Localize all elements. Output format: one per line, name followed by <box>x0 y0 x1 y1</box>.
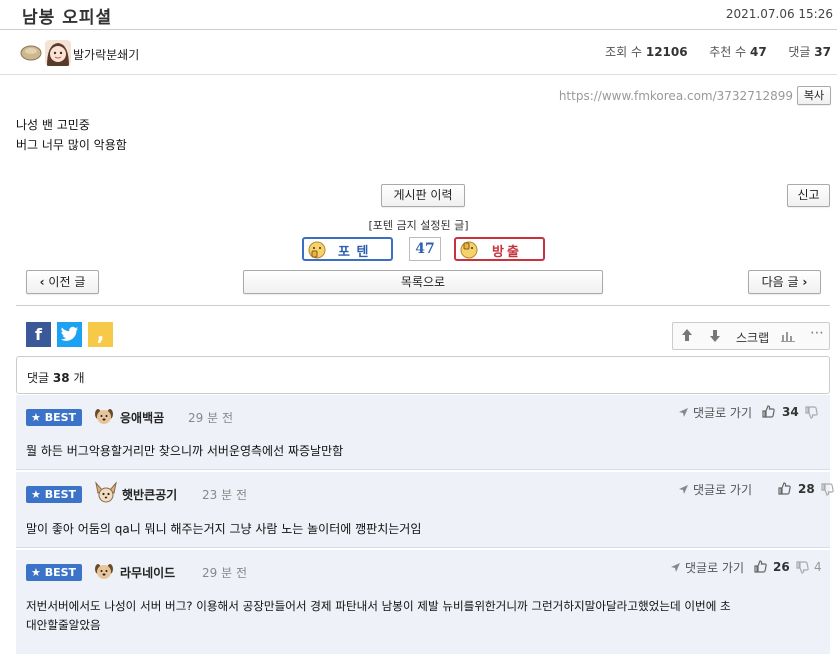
best-badge: ★ BEST <box>26 486 83 503</box>
post-tools: 스크랩 ⋯ <box>672 322 830 350</box>
goto-comment-link[interactable]: 댓글로 가기 <box>693 404 752 421</box>
best-badge: ★ BEST <box>26 564 83 581</box>
comments-header-count: 38 <box>52 371 70 385</box>
star-icon: ★ <box>31 411 41 424</box>
scrap-button[interactable]: 스크랩 <box>736 329 769 346</box>
comment-text-line: 저번서버에서도 나성이 서버 버그? 이용해서 공장만들어서 경제 파탄내서 남… <box>26 599 731 613</box>
divider <box>16 305 830 306</box>
star-icon: ★ <box>31 488 41 501</box>
copy-url-button[interactable]: 복사 <box>797 86 831 105</box>
thumbs-up-icon[interactable] <box>778 482 791 498</box>
reply-arrow-icon <box>678 407 689 421</box>
post-body: 나성 밴 고민중 버그 너무 많이 악용함 <box>16 115 127 155</box>
facebook-icon: f <box>35 325 42 344</box>
potten-button[interactable]: 포 텐 <box>302 237 393 261</box>
comments-header: 댓글 38 개 <box>16 356 830 394</box>
goto-comment-link[interactable]: 댓글로 가기 <box>685 559 744 576</box>
recommend-label: 추천 수 <box>709 45 747 59</box>
thumbs-down-face-icon <box>460 241 478 259</box>
post-body-line: 나성 밴 고민중 <box>16 118 90 132</box>
puppy-avatar-icon <box>94 406 114 426</box>
post-stats: 조회 수 12106 추천 수 47 댓글 37 <box>605 43 831 60</box>
goto-comment-link[interactable]: 댓글로 가기 <box>693 481 752 498</box>
comment-nickname[interactable]: 응애백곰 <box>120 409 164 426</box>
author-name[interactable]: 발가락분쇄기 <box>73 46 139 63</box>
potten-notice: [포텐 금지 설정된 글] <box>368 219 469 232</box>
list-button[interactable]: 목록으로 <box>243 270 603 294</box>
post-title-bar: 남봉 오피셜 2021.07.06 15:26 <box>0 0 837 30</box>
kakao-share-button[interactable]: , <box>88 322 113 347</box>
prev-post-button[interactable]: ‹ 이전 글 <box>26 270 99 294</box>
twitter-share-button[interactable] <box>57 322 82 347</box>
comments-header-prefix: 댓글 <box>27 371 50 385</box>
downvote-count: 4 <box>814 560 822 574</box>
comment-text: 저번서버에서도 나성이 서버 버그? 이용해서 공장만들어서 경제 파탄내서 남… <box>26 597 826 635</box>
chihuahua-avatar-icon <box>94 481 118 505</box>
bangchul-button[interactable]: 방출 <box>454 237 545 261</box>
next-post-label: 다음 글 <box>761 275 799 289</box>
comment-item: ★ BEST 라무네이드 29 분 전 댓글로 가기 26 4 저번서버에서도 … <box>16 550 830 654</box>
post-body-line: 버그 너무 많이 악용함 <box>16 138 127 152</box>
comment-text: 말이 좋아 어둠의 qa니 뭐니 해주는거지 그냥 사람 노는 놀이터에 깽판치… <box>26 522 422 536</box>
thumbs-down-icon[interactable] <box>805 406 818 422</box>
thumbs-down-icon[interactable] <box>821 483 834 499</box>
upvote-count: 28 <box>798 482 815 496</box>
arrow-up-icon[interactable] <box>681 328 693 345</box>
comment-time: 29 분 전 <box>202 566 247 580</box>
level-icon <box>20 44 42 61</box>
comment-nickname[interactable]: 라무네이드 <box>120 564 175 581</box>
author-row: 발가락분쇄기 조회 수 12106 추천 수 47 댓글 37 <box>0 30 837 75</box>
comments-count: 37 <box>814 45 831 59</box>
comment-time: 29 분 전 <box>188 411 233 425</box>
more-icon[interactable]: ⋯ <box>810 325 824 341</box>
vote-count: 47 <box>415 241 435 257</box>
vote-count-box: 47 <box>409 237 441 261</box>
reply-arrow-icon <box>678 484 689 498</box>
star-icon: ★ <box>31 566 41 579</box>
thumbs-up-icon[interactable] <box>754 560 767 576</box>
reply-arrow-icon <box>670 562 681 576</box>
report-button[interactable]: 신고 <box>787 184 830 207</box>
comments-header-text: 댓글 38 개 <box>27 369 85 386</box>
thumbs-up-face-icon <box>308 241 326 259</box>
comment-time: 23 분 전 <box>202 488 247 502</box>
comment-nickname[interactable]: 햇반큰공기 <box>122 486 177 503</box>
best-badge-label: BEST <box>44 411 77 424</box>
author-avatar-icon[interactable] <box>45 40 71 66</box>
post-title: 남봉 오피셜 <box>22 8 113 28</box>
post-url[interactable]: https://www.fmkorea.com/3732712899 <box>559 89 793 103</box>
best-badge: ★ BEST <box>26 409 83 426</box>
thumbs-up-icon[interactable] <box>762 405 775 421</box>
views-count: 12106 <box>645 45 688 59</box>
chevron-right-icon: › <box>802 275 808 289</box>
kakao-icon: , <box>96 321 105 345</box>
thumbs-down-icon[interactable] <box>796 561 809 577</box>
next-post-button[interactable]: 다음 글 › <box>748 270 821 294</box>
recommend-count: 47 <box>750 45 767 59</box>
comment-text-line: 대안할줄알았음 <box>26 618 101 632</box>
post-datetime: 2021.07.06 15:26 <box>725 7 833 21</box>
puppy-avatar-icon <box>94 561 114 581</box>
chevron-left-icon: ‹ <box>39 275 45 289</box>
twitter-icon <box>60 326 79 346</box>
stats-chart-icon[interactable] <box>781 330 795 345</box>
potten-label: 포 텐 <box>338 245 370 260</box>
board-history-button[interactable]: 게시판 이력 <box>381 184 465 207</box>
best-badge-label: BEST <box>44 488 77 501</box>
upvote-count: 34 <box>782 405 799 419</box>
views-label: 조회 수 <box>605 45 643 59</box>
prev-post-label: 이전 글 <box>48 275 86 289</box>
facebook-share-button[interactable]: f <box>26 322 51 347</box>
comments-label: 댓글 <box>788 45 811 59</box>
comment-item: ★ BEST 응애백곰 29 분 전 댓글로 가기 34 뭘 하든 버그악용할거… <box>16 395 830 470</box>
comments-header-suffix: 개 <box>73 371 85 385</box>
best-badge-label: BEST <box>44 566 77 579</box>
bangchul-label: 방출 <box>492 245 522 260</box>
comment-text: 뭘 하든 버그악용할거리만 찾으니까 서버운영측에선 짜증날만함 <box>26 444 344 458</box>
comment-item: ★ BEST 햇반큰공기 23 분 전 댓글로 가기 28 말이 좋아 어둠의 … <box>16 472 834 548</box>
upvote-count: 26 <box>773 560 790 574</box>
arrow-down-icon[interactable] <box>709 329 721 346</box>
